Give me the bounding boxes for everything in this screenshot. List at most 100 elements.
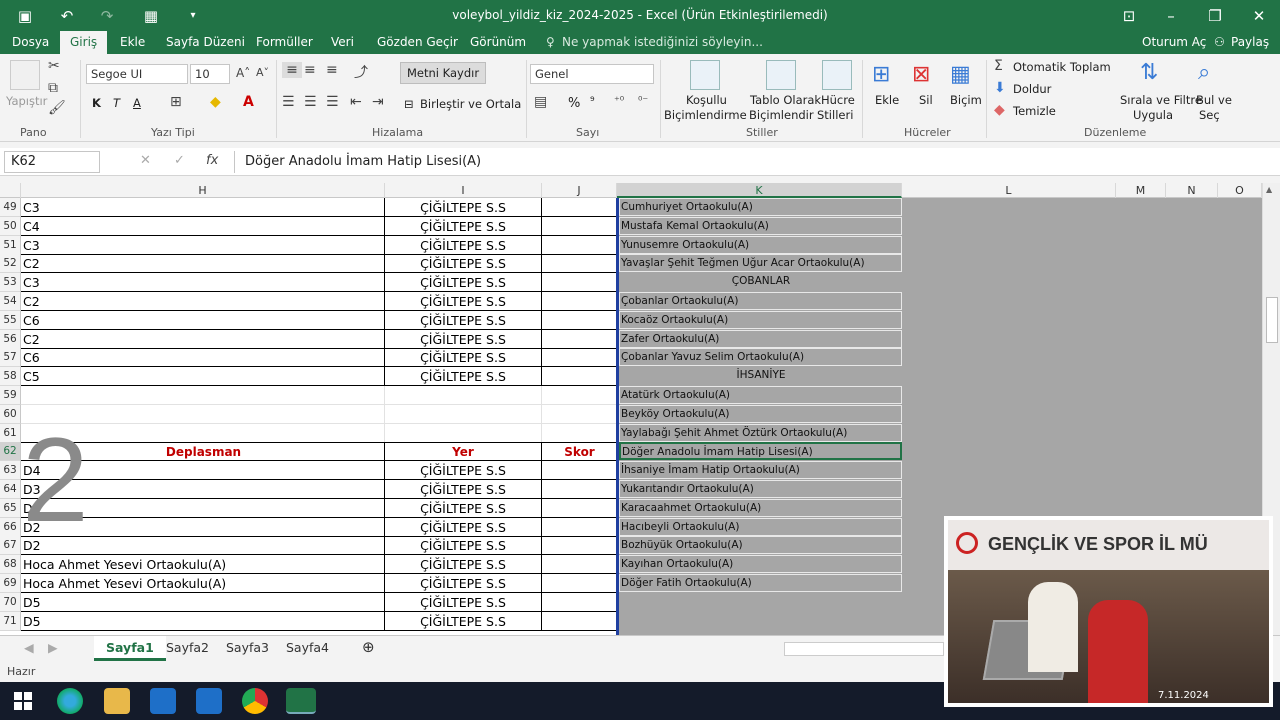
cell-h[interactable]: C2 [21, 254, 385, 273]
cell-i[interactable]: ÇİĞİLTEPE S.S [385, 499, 542, 518]
cell-styles-line2[interactable]: Stilleri [817, 108, 853, 122]
cell-j[interactable] [542, 499, 617, 518]
row-header[interactable]: 49 [0, 198, 21, 217]
format-as-table-line1[interactable]: Tablo Olarak [750, 93, 821, 107]
school-cell[interactable]: Zafer Ortaokulu(A) [619, 330, 902, 348]
cell-j[interactable] [542, 292, 617, 311]
cell-i[interactable] [385, 386, 542, 405]
cell-i[interactable]: ÇİĞİLTEPE S.S [385, 254, 542, 273]
cell-j[interactable] [542, 536, 617, 555]
row-header[interactable]: 71 [0, 612, 21, 631]
cell-i[interactable]: ÇİĞİLTEPE S.S [385, 236, 542, 255]
sheet-tab-4[interactable]: Sayfa4 [286, 640, 329, 655]
formula-input[interactable]: Döğer Anadolu İmam Hatip Lisesi(A) [234, 151, 1274, 173]
school-cell[interactable]: Kocaöz Ortaokulu(A) [619, 311, 902, 329]
school-cell[interactable]: Kayıhan Ortaokulu(A) [619, 555, 902, 573]
district-heading[interactable]: ÇOBANLAR [619, 273, 902, 291]
row-header[interactable]: 63 [0, 461, 21, 480]
cell-j[interactable] [542, 217, 617, 236]
school-cell[interactable]: Yaylabağı Şehit Ahmet Öztürk Ortaokulu(A… [619, 424, 902, 442]
cell-j[interactable] [542, 367, 617, 386]
borders-icon[interactable]: ⊞ [170, 94, 182, 110]
cell-h[interactable]: C2 [21, 330, 385, 349]
school-cell[interactable]: Yukarıtandır Ortaokulu(A) [619, 480, 902, 498]
format-as-table-line2[interactable]: Biçimlendir [749, 108, 814, 122]
cell-j[interactable]: Skor [542, 442, 617, 461]
school-cell[interactable]: Yavaşlar Şehit Teğmen Uğur Acar Ortaokul… [619, 254, 902, 272]
cell-j[interactable] [542, 273, 617, 292]
cell-j[interactable] [542, 330, 617, 349]
file-explorer-icon[interactable] [104, 688, 130, 714]
sheet-tab-3[interactable]: Sayfa3 [226, 640, 269, 655]
cell-h[interactable]: D5 [21, 593, 385, 612]
close-icon[interactable]: ✕ [1248, 5, 1270, 27]
align-left-icon[interactable]: ☰ [282, 94, 295, 110]
cell-j[interactable] [542, 424, 617, 443]
sign-in-link[interactable]: Oturum Aç [1142, 35, 1206, 49]
cancel-icon[interactable]: ✕ [140, 153, 151, 168]
row-header[interactable]: 58 [0, 367, 21, 386]
font-color-icon[interactable]: A [243, 94, 254, 110]
increase-font-icon[interactable]: A˄ [236, 66, 250, 80]
enter-icon[interactable]: ✓ [174, 153, 185, 168]
find-select-icon[interactable]: ⌕ [1198, 60, 1210, 85]
row-header[interactable]: 57 [0, 348, 21, 367]
next-sheet-icon[interactable]: ▶ [48, 640, 58, 655]
row-header[interactable]: 64 [0, 480, 21, 499]
cell-i[interactable]: ÇİĞİLTEPE S.S [385, 574, 542, 593]
increase-decimal-icon[interactable]: ⁺⁰ [614, 94, 624, 107]
cell-j[interactable] [542, 480, 617, 499]
chrome-icon[interactable] [242, 688, 268, 714]
format-painter-icon[interactable]: 🖌 [48, 100, 66, 116]
delete-cells-button[interactable]: Sil [919, 93, 933, 107]
italic-button[interactable]: T [113, 96, 120, 110]
cell-i[interactable]: ÇİĞİLTEPE S.S [385, 348, 542, 367]
merge-center-button[interactable]: Birleştir ve Ortala [420, 97, 521, 111]
cell-styles-line1[interactable]: Hücre [821, 93, 855, 107]
cell-h[interactable]: C5 [21, 367, 385, 386]
autosum-button[interactable]: Otomatik Toplam [1013, 60, 1111, 74]
cell-h[interactable]: C3 [21, 273, 385, 292]
percent-button[interactable]: % [568, 96, 580, 111]
cell-styles-icon[interactable] [822, 60, 852, 90]
column-header-n[interactable]: N [1166, 183, 1218, 198]
school-cell[interactable]: Karacaahmet Ortaokulu(A) [619, 499, 902, 517]
tell-me-box[interactable]: Ne yapmak istediğinizi söyleyin... [562, 35, 763, 49]
tab-page-layout[interactable]: Sayfa Düzeni [166, 35, 245, 49]
align-top-icon[interactable]: ≡ [282, 62, 302, 78]
find-select-line1[interactable]: Bul ve [1196, 93, 1232, 107]
decrease-font-icon[interactable]: A˅ [256, 66, 269, 79]
column-header-m[interactable]: M [1116, 183, 1166, 198]
clear-button[interactable]: Temizle [1013, 104, 1056, 118]
row-header[interactable]: 66 [0, 518, 21, 537]
school-cell[interactable]: Atatürk Ortaokulu(A) [619, 386, 902, 404]
cell-h[interactable]: C3 [21, 236, 385, 255]
cell-j[interactable] [542, 612, 617, 631]
cell-i[interactable]: ÇİĞİLTEPE S.S [385, 480, 542, 499]
cell-h[interactable]: C4 [21, 217, 385, 236]
format-cells-button[interactable]: Biçim [950, 93, 982, 107]
sheet-tab-1[interactable]: Sayfa1 [94, 636, 166, 661]
add-sheet-icon[interactable]: ⊕ [362, 638, 375, 656]
tab-view[interactable]: Görünüm [470, 35, 526, 49]
windows-start-icon[interactable] [14, 692, 32, 710]
excel-taskbar-icon[interactable] [286, 688, 316, 714]
row-header[interactable]: 55 [0, 311, 21, 330]
column-header-j[interactable]: J [542, 183, 617, 198]
cell-h[interactable]: D5 [21, 612, 385, 631]
cell-j[interactable] [542, 461, 617, 480]
row-header[interactable]: 61 [0, 424, 21, 443]
column-header-h[interactable]: H [21, 183, 385, 198]
cell-j[interactable] [542, 518, 617, 537]
school-cell[interactable]: Beyköy Ortaokulu(A) [619, 405, 902, 423]
conditional-formatting-line2[interactable]: Biçimlendirme [664, 108, 747, 122]
format-as-table-icon[interactable] [766, 60, 796, 90]
cell-j[interactable] [542, 348, 617, 367]
underline-button[interactable]: A [133, 96, 141, 110]
column-header-k[interactable]: K [617, 183, 902, 198]
sheet-tab-2[interactable]: Sayfa2 [166, 640, 209, 655]
sort-filter-icon[interactable]: ⇅ [1140, 60, 1158, 85]
cell-h[interactable] [21, 386, 385, 405]
cell-i[interactable]: ÇİĞİLTEPE S.S [385, 612, 542, 631]
row-header[interactable]: 53 [0, 273, 21, 292]
